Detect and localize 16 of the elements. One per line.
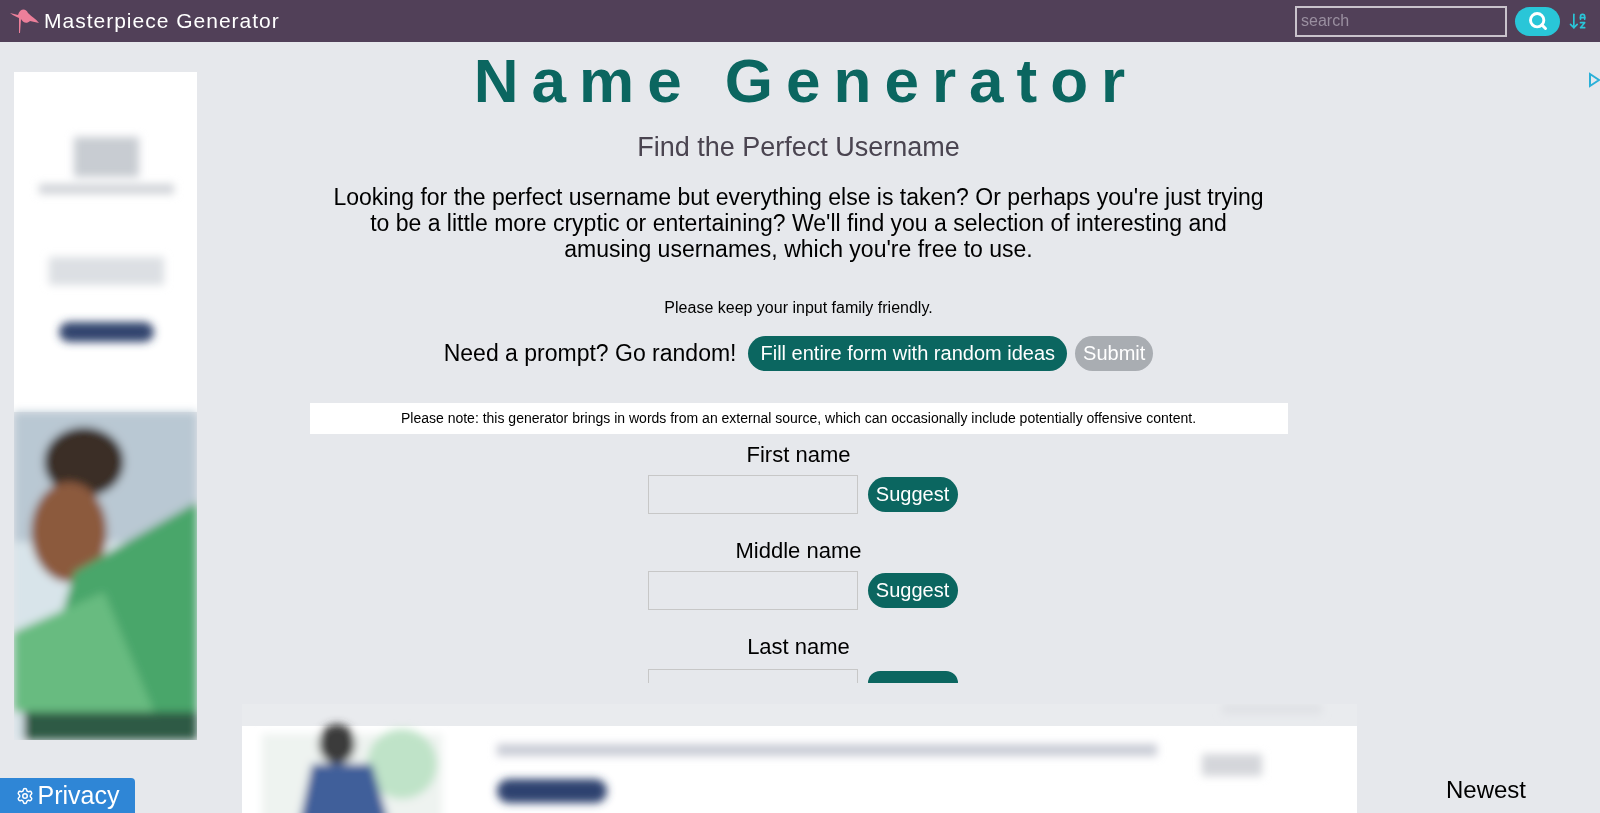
field-label: Middle name	[735, 536, 862, 565]
field-label: Last name	[747, 632, 850, 661]
page-subtitle: Find the Perfect Username	[637, 131, 960, 164]
random-fill-button[interactable]: Fill entire form with random ideas	[748, 335, 1068, 371]
page-title: Name Generator	[473, 45, 1139, 117]
privacy-button[interactable]: Privacy	[0, 778, 135, 813]
intro-text: Looking for the perfect username but everything else is taken? Or perhaps you're just trying to be a little more cryptic or entertaining? We'll find you a selection of interesting and amusing usernames, which you're free to use.	[332, 183, 1265, 262]
search-field[interactable]: search	[1295, 5, 1507, 37]
suggest-button[interactable]: Suggest	[867, 572, 958, 608]
field-label: First name	[746, 440, 851, 469]
warning-banner: Please note: this generator brings in words from an external source, which can occasionally include potentially offensive content.	[309, 402, 1288, 434]
suggest-button[interactable]: Suggest	[867, 476, 958, 512]
family-note: Please keep your input family friendly.	[664, 297, 933, 318]
sidebar-heading: Newest	[1445, 775, 1526, 805]
site-name[interactable]: Masterpiece Generator	[44, 5, 280, 37]
prompt-text: Need a prompt? Go random!	[443, 338, 737, 368]
